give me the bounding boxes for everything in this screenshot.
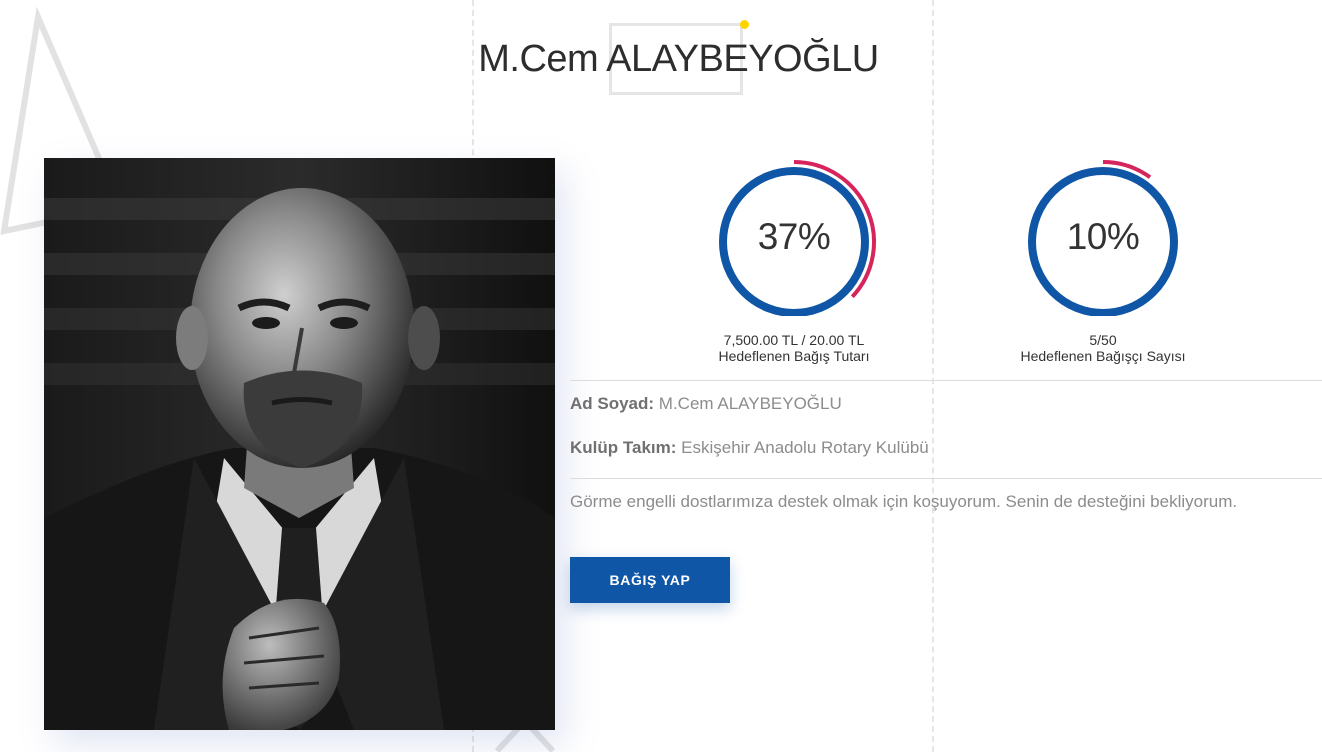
- donor-count-stat: 10% 5/50 Hedeflenen Bağışçı Sayısı: [983, 156, 1223, 364]
- portrait-image: [44, 158, 555, 730]
- club-value: Eskişehir Anadolu Rotary Kulübü: [681, 438, 929, 457]
- progress-percent: 10%: [1066, 216, 1140, 257]
- page-title: M.Cem ALAYBEYOĞLU: [478, 38, 879, 80]
- club-label: Kulüp Takım:: [570, 438, 677, 457]
- donate-button[interactable]: BAĞIŞ YAP: [570, 557, 730, 603]
- club-row: Kulüp Takım: Eskişehir Anadolu Rotary Ku…: [570, 438, 929, 458]
- decorative-dot: [740, 20, 749, 29]
- name-label: Ad Soyad:: [570, 394, 655, 413]
- divider: [570, 478, 1322, 479]
- profile-photo: [44, 158, 555, 730]
- name-value: M.Cem ALAYBEYOĞLU: [658, 394, 842, 413]
- donation-amount-stat: 37% 7,500.00 TL / 20.00 TL Hedeflenen Ba…: [674, 156, 914, 364]
- stat-label: Hedeflenen Bağışçı Sayısı: [1020, 348, 1186, 364]
- campaign-description: Görme engelli dostlarımıza destek olmak …: [570, 492, 1238, 511]
- divider: [570, 380, 1322, 381]
- donor-count-text: 5/50: [1089, 332, 1117, 348]
- campaign-page: M.Cem ALAYBEYOĞLU 37% 7,500.00 TL / 20.0…: [0, 0, 1322, 752]
- decorative-dashed-line: [932, 0, 934, 752]
- donation-amount-text: 7,500.00 TL / 20.00 TL: [723, 332, 865, 348]
- progress-percent: 37%: [757, 216, 831, 257]
- name-row: Ad Soyad: M.Cem ALAYBEYOĞLU: [570, 394, 842, 414]
- stat-label: Hedeflenen Bağış Tutarı: [718, 348, 870, 364]
